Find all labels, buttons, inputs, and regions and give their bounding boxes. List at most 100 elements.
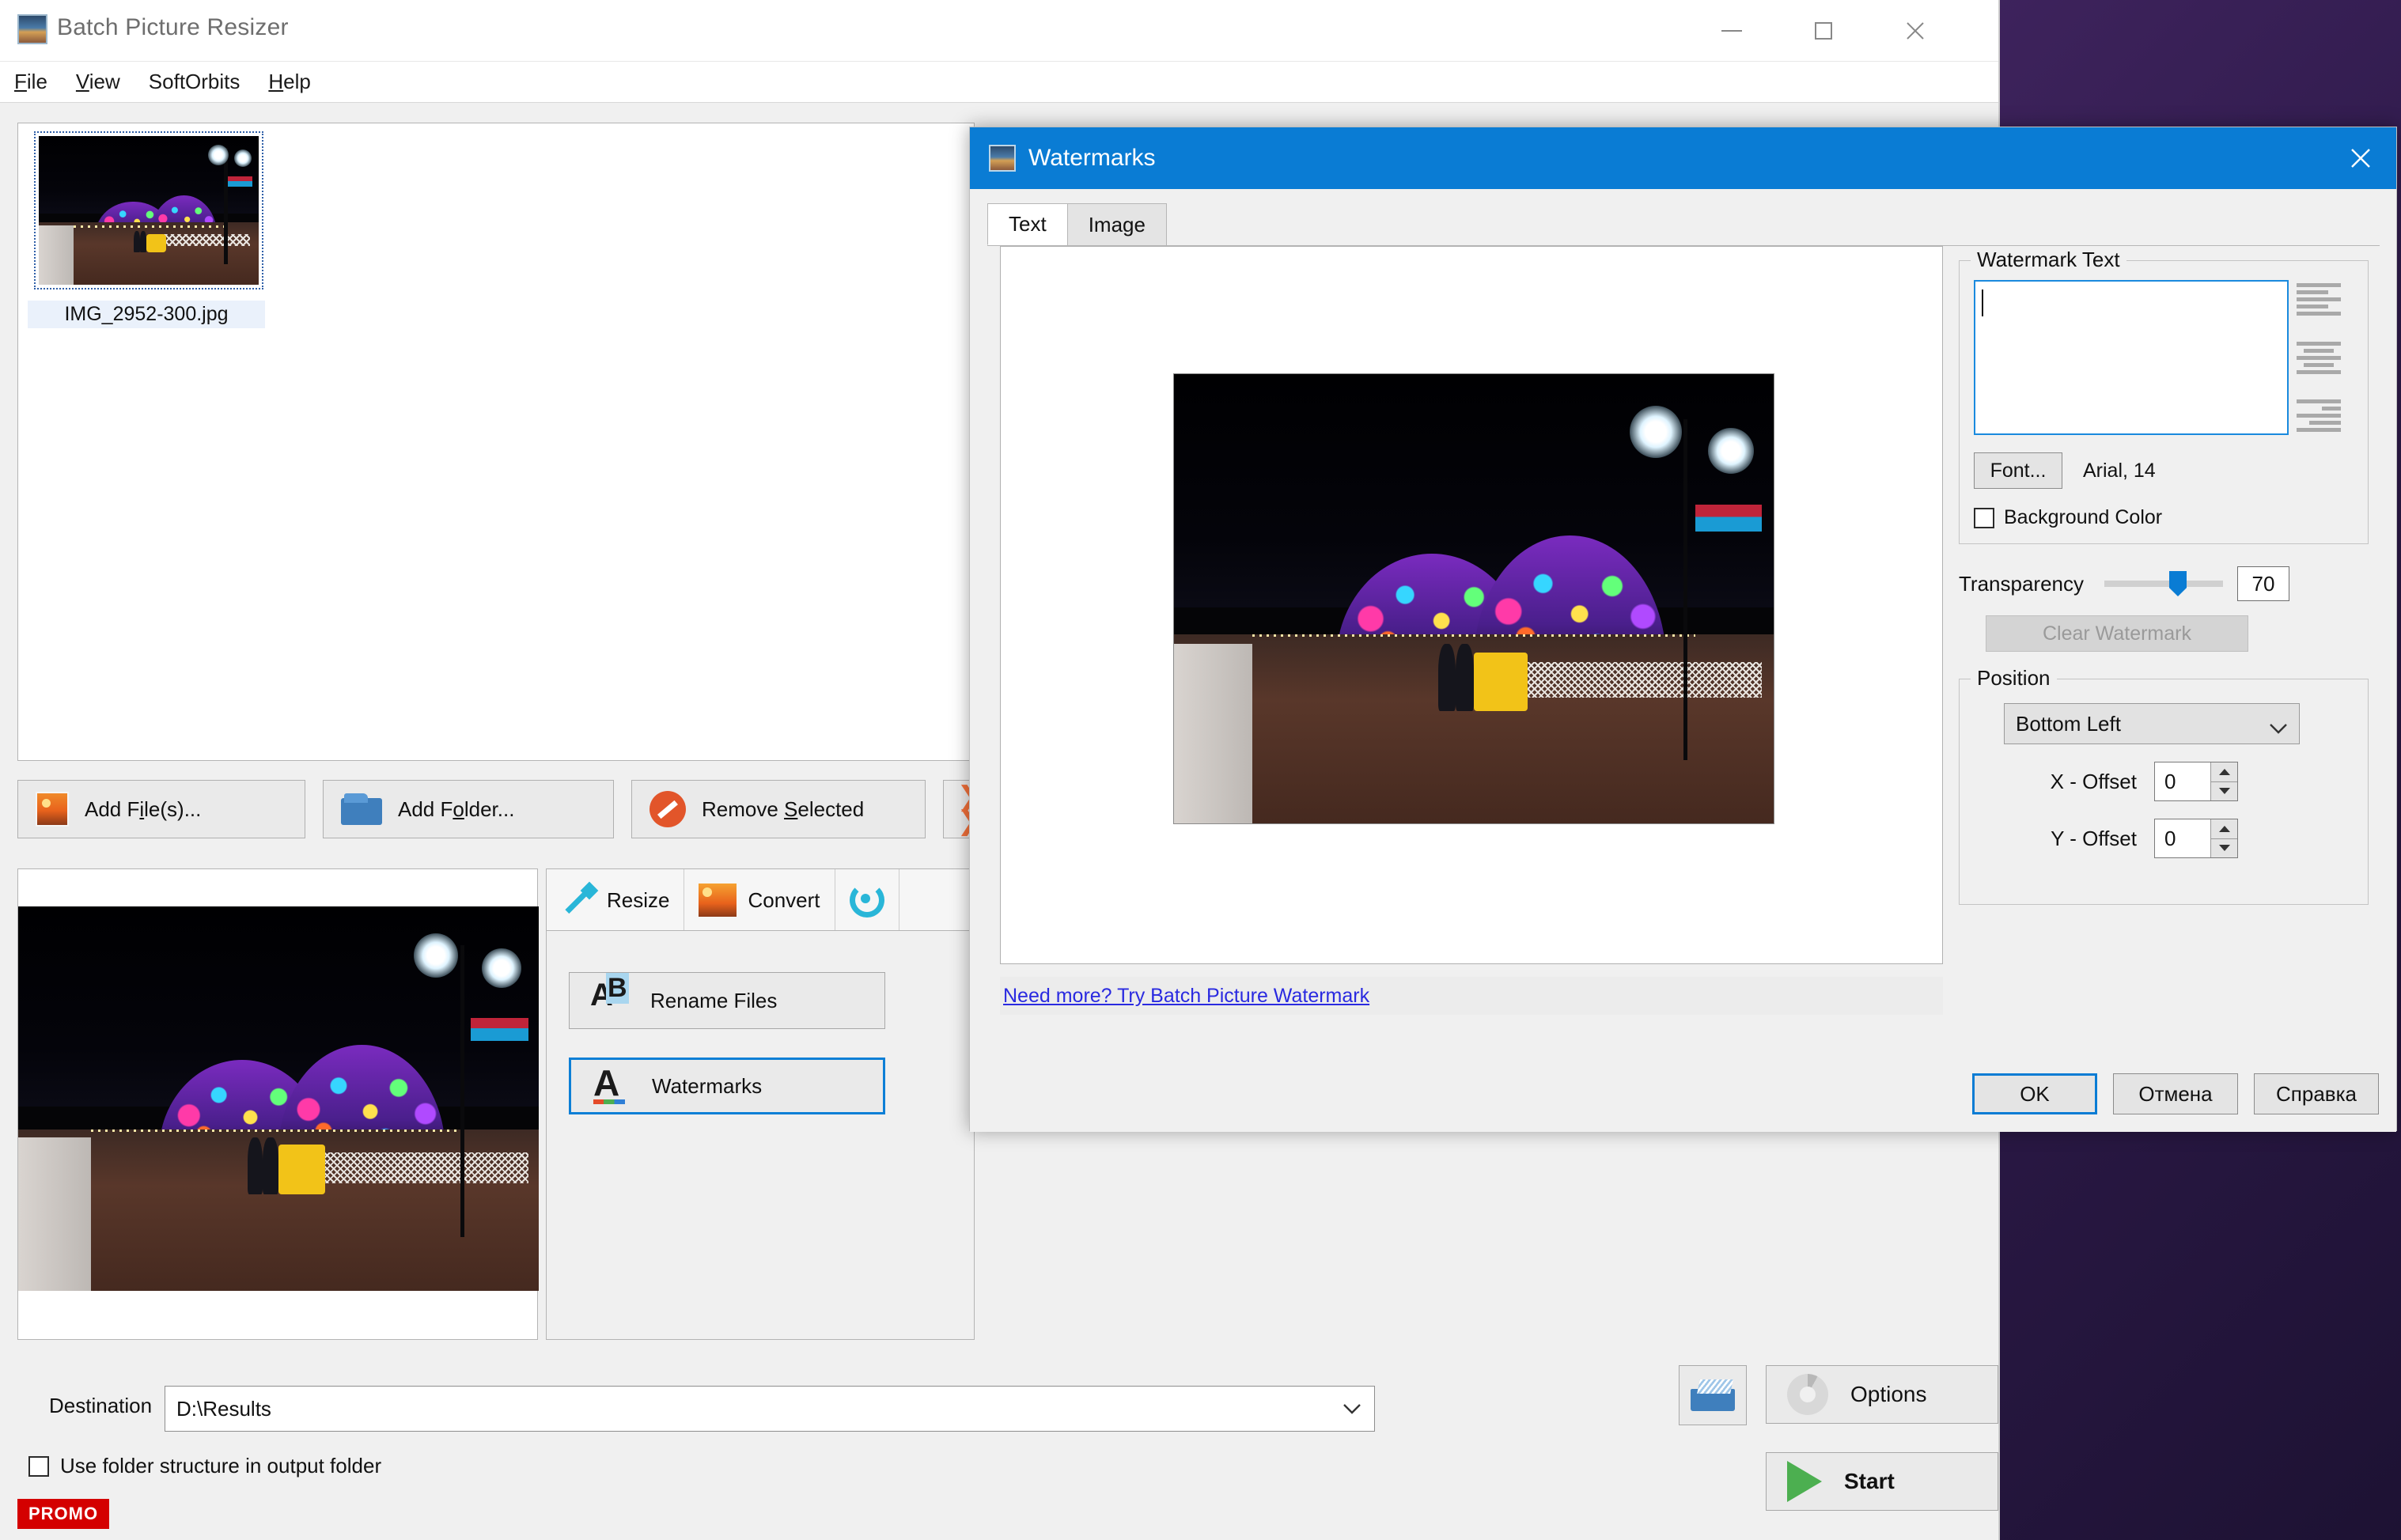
- rename-files-button[interactable]: Rename Files: [569, 972, 885, 1029]
- x-offset-stepper[interactable]: 0: [2154, 762, 2238, 801]
- slider-track: [2104, 581, 2223, 587]
- remove-selected-button[interactable]: Remove Selected: [631, 780, 926, 838]
- remove-selected-label: Remove Selected: [702, 796, 865, 821]
- watermark-text-group: Watermark Text Font... Arial, 14 Backgro…: [1959, 248, 2369, 544]
- add-folder-icon: [341, 793, 382, 825]
- x-offset-decrement-icon[interactable]: [2210, 781, 2237, 800]
- x-offset-increment-icon[interactable]: [2210, 762, 2237, 782]
- clear-watermark-button[interactable]: Clear Watermark: [1986, 615, 2248, 652]
- remove-icon: [649, 791, 686, 827]
- browse-destination-button[interactable]: [1679, 1365, 1747, 1425]
- list-item[interactable]: IMG_2952-300.jpg: [28, 131, 265, 346]
- file-list[interactable]: IMG_2952-300.jpg: [17, 123, 975, 761]
- watermark-settings-column: Watermark Text Font... Arial, 14 Backgro…: [1959, 246, 2369, 905]
- dialog-close-button[interactable]: [2325, 127, 2396, 189]
- position-group: Position Bottom Left X - Offset 0 Y - Of…: [1959, 666, 2369, 905]
- try-batch-picture-watermark-link[interactable]: Need more? Try Batch Picture Watermark: [1000, 985, 1369, 1008]
- tab-text-label: Text: [1009, 212, 1047, 236]
- clear-watermark-label: Clear Watermark: [2043, 622, 2191, 645]
- transparency-label: Transparency: [1959, 571, 2084, 596]
- add-files-label: Add File(s)...: [85, 796, 202, 821]
- y-offset-spin-buttons[interactable]: [2210, 819, 2237, 857]
- task-tab-strip: Resize Convert: [547, 869, 974, 931]
- close-button[interactable]: [1877, 0, 1953, 62]
- tab-convert[interactable]: Convert: [684, 869, 835, 930]
- y-offset-label: Y - Offset: [2051, 826, 2137, 850]
- browse-folder-icon: [1691, 1379, 1735, 1411]
- font-value: Arial, 14: [2083, 459, 2156, 482]
- y-offset-value: 0: [2164, 826, 2176, 850]
- cancel-button[interactable]: Отмена: [2113, 1073, 2238, 1114]
- watermark-preview-image: [1173, 373, 1774, 824]
- position-preset-select[interactable]: Bottom Left: [2004, 703, 2300, 744]
- align-left-icon[interactable]: [2297, 283, 2341, 316]
- ok-button[interactable]: OK: [1972, 1073, 2097, 1114]
- add-files-button[interactable]: Add File(s)...: [17, 780, 305, 838]
- use-folder-structure-label: Use folder structure in output folder: [60, 1454, 382, 1478]
- use-folder-structure-checkbox[interactable]: [28, 1455, 49, 1477]
- use-folder-structure-row[interactable]: Use folder structure in output folder: [28, 1454, 381, 1478]
- chevron-down-icon[interactable]: [2269, 715, 2288, 740]
- menu-item-help[interactable]: Help: [254, 66, 324, 97]
- help-button[interactable]: Справка: [2254, 1073, 2379, 1114]
- position-group-title: Position: [1971, 666, 2057, 691]
- menu-item-file[interactable]: File: [0, 66, 62, 97]
- menu-item-view[interactable]: View: [62, 66, 134, 97]
- start-button[interactable]: Start: [1766, 1452, 1998, 1511]
- dialog-title: Watermarks: [1028, 145, 1156, 171]
- font-button-label: Font...: [1990, 459, 2047, 482]
- minimize-button[interactable]: [1694, 0, 1770, 62]
- transparency-row: Transparency 70: [1959, 566, 2369, 601]
- start-label: Start: [1844, 1469, 1895, 1493]
- menu-help-rest: elp: [283, 70, 311, 93]
- dialog-tab-strip: Text Image: [987, 203, 2380, 246]
- y-offset-row: Y - Offset 0: [1974, 819, 2354, 858]
- text-alignment-strip: [2297, 280, 2341, 435]
- slider-thumb[interactable]: [2169, 571, 2187, 596]
- dialog-body: Text Image Need more? Try Batch Picture …: [970, 189, 2396, 1132]
- align-right-icon[interactable]: [2297, 399, 2341, 432]
- y-offset-increment-icon[interactable]: [2210, 819, 2237, 839]
- promo-badge[interactable]: PROMO: [17, 1499, 110, 1529]
- page-title: Batch Picture Resizer: [57, 14, 289, 40]
- destination-combobox[interactable]: D:\Results: [165, 1386, 1375, 1432]
- chevron-down-icon[interactable]: [1330, 1387, 1374, 1431]
- position-preset-value: Bottom Left: [2016, 711, 2121, 736]
- options-label: Options: [1850, 1382, 1927, 1406]
- font-button[interactable]: Font...: [1974, 452, 2062, 489]
- maximize-button[interactable]: [1786, 0, 1861, 62]
- dialog-button-row: OK Отмена Справка: [1972, 1073, 2379, 1114]
- task-panel: Resize Convert Rename Files Watermarks: [546, 868, 975, 1340]
- watermark-text-group-title: Watermark Text: [1971, 248, 2126, 272]
- convert-icon: [699, 884, 737, 917]
- file-thumbnail: [34, 131, 263, 289]
- tab-rotate[interactable]: [835, 869, 899, 930]
- upsell-bar: Need more? Try Batch Picture Watermark: [1000, 977, 1943, 1015]
- tab-resize-label: Resize: [607, 887, 670, 912]
- options-button[interactable]: Options: [1766, 1365, 1998, 1424]
- menu-item-softorbits[interactable]: SoftOrbits: [134, 66, 255, 97]
- tab-text[interactable]: Text: [987, 203, 1068, 245]
- transparency-value-input[interactable]: 70: [2237, 566, 2289, 601]
- cancel-button-label: Отмена: [2138, 1081, 2213, 1106]
- dialog-title-bar: Watermarks: [970, 127, 2396, 189]
- x-offset-spin-buttons[interactable]: [2210, 762, 2237, 800]
- transparency-slider[interactable]: [2104, 568, 2223, 600]
- add-folder-button[interactable]: Add Folder...: [323, 780, 614, 838]
- watermark-preview-pane[interactable]: [1000, 246, 1943, 964]
- tab-image[interactable]: Image: [1066, 203, 1167, 245]
- menu-softorbits-label: SoftOrbits: [148, 70, 240, 93]
- app-picture-icon: [989, 145, 1016, 172]
- background-color-checkbox[interactable]: [1974, 507, 1994, 528]
- tab-convert-label: Convert: [748, 887, 820, 912]
- tab-resize[interactable]: Resize: [547, 869, 685, 930]
- watermarks-button[interactable]: Watermarks: [569, 1058, 885, 1114]
- title-bar: Batch Picture Resizer: [0, 0, 1998, 62]
- y-offset-stepper[interactable]: 0: [2154, 819, 2238, 858]
- align-center-icon[interactable]: [2297, 341, 2341, 374]
- background-color-row[interactable]: Background Color: [1974, 506, 2354, 529]
- watermark-text-input[interactable]: [1974, 280, 2289, 435]
- y-offset-decrement-icon[interactable]: [2210, 838, 2237, 857]
- green-arrow-icon: [1787, 1461, 1822, 1502]
- destination-label: Destination: [49, 1394, 153, 1417]
